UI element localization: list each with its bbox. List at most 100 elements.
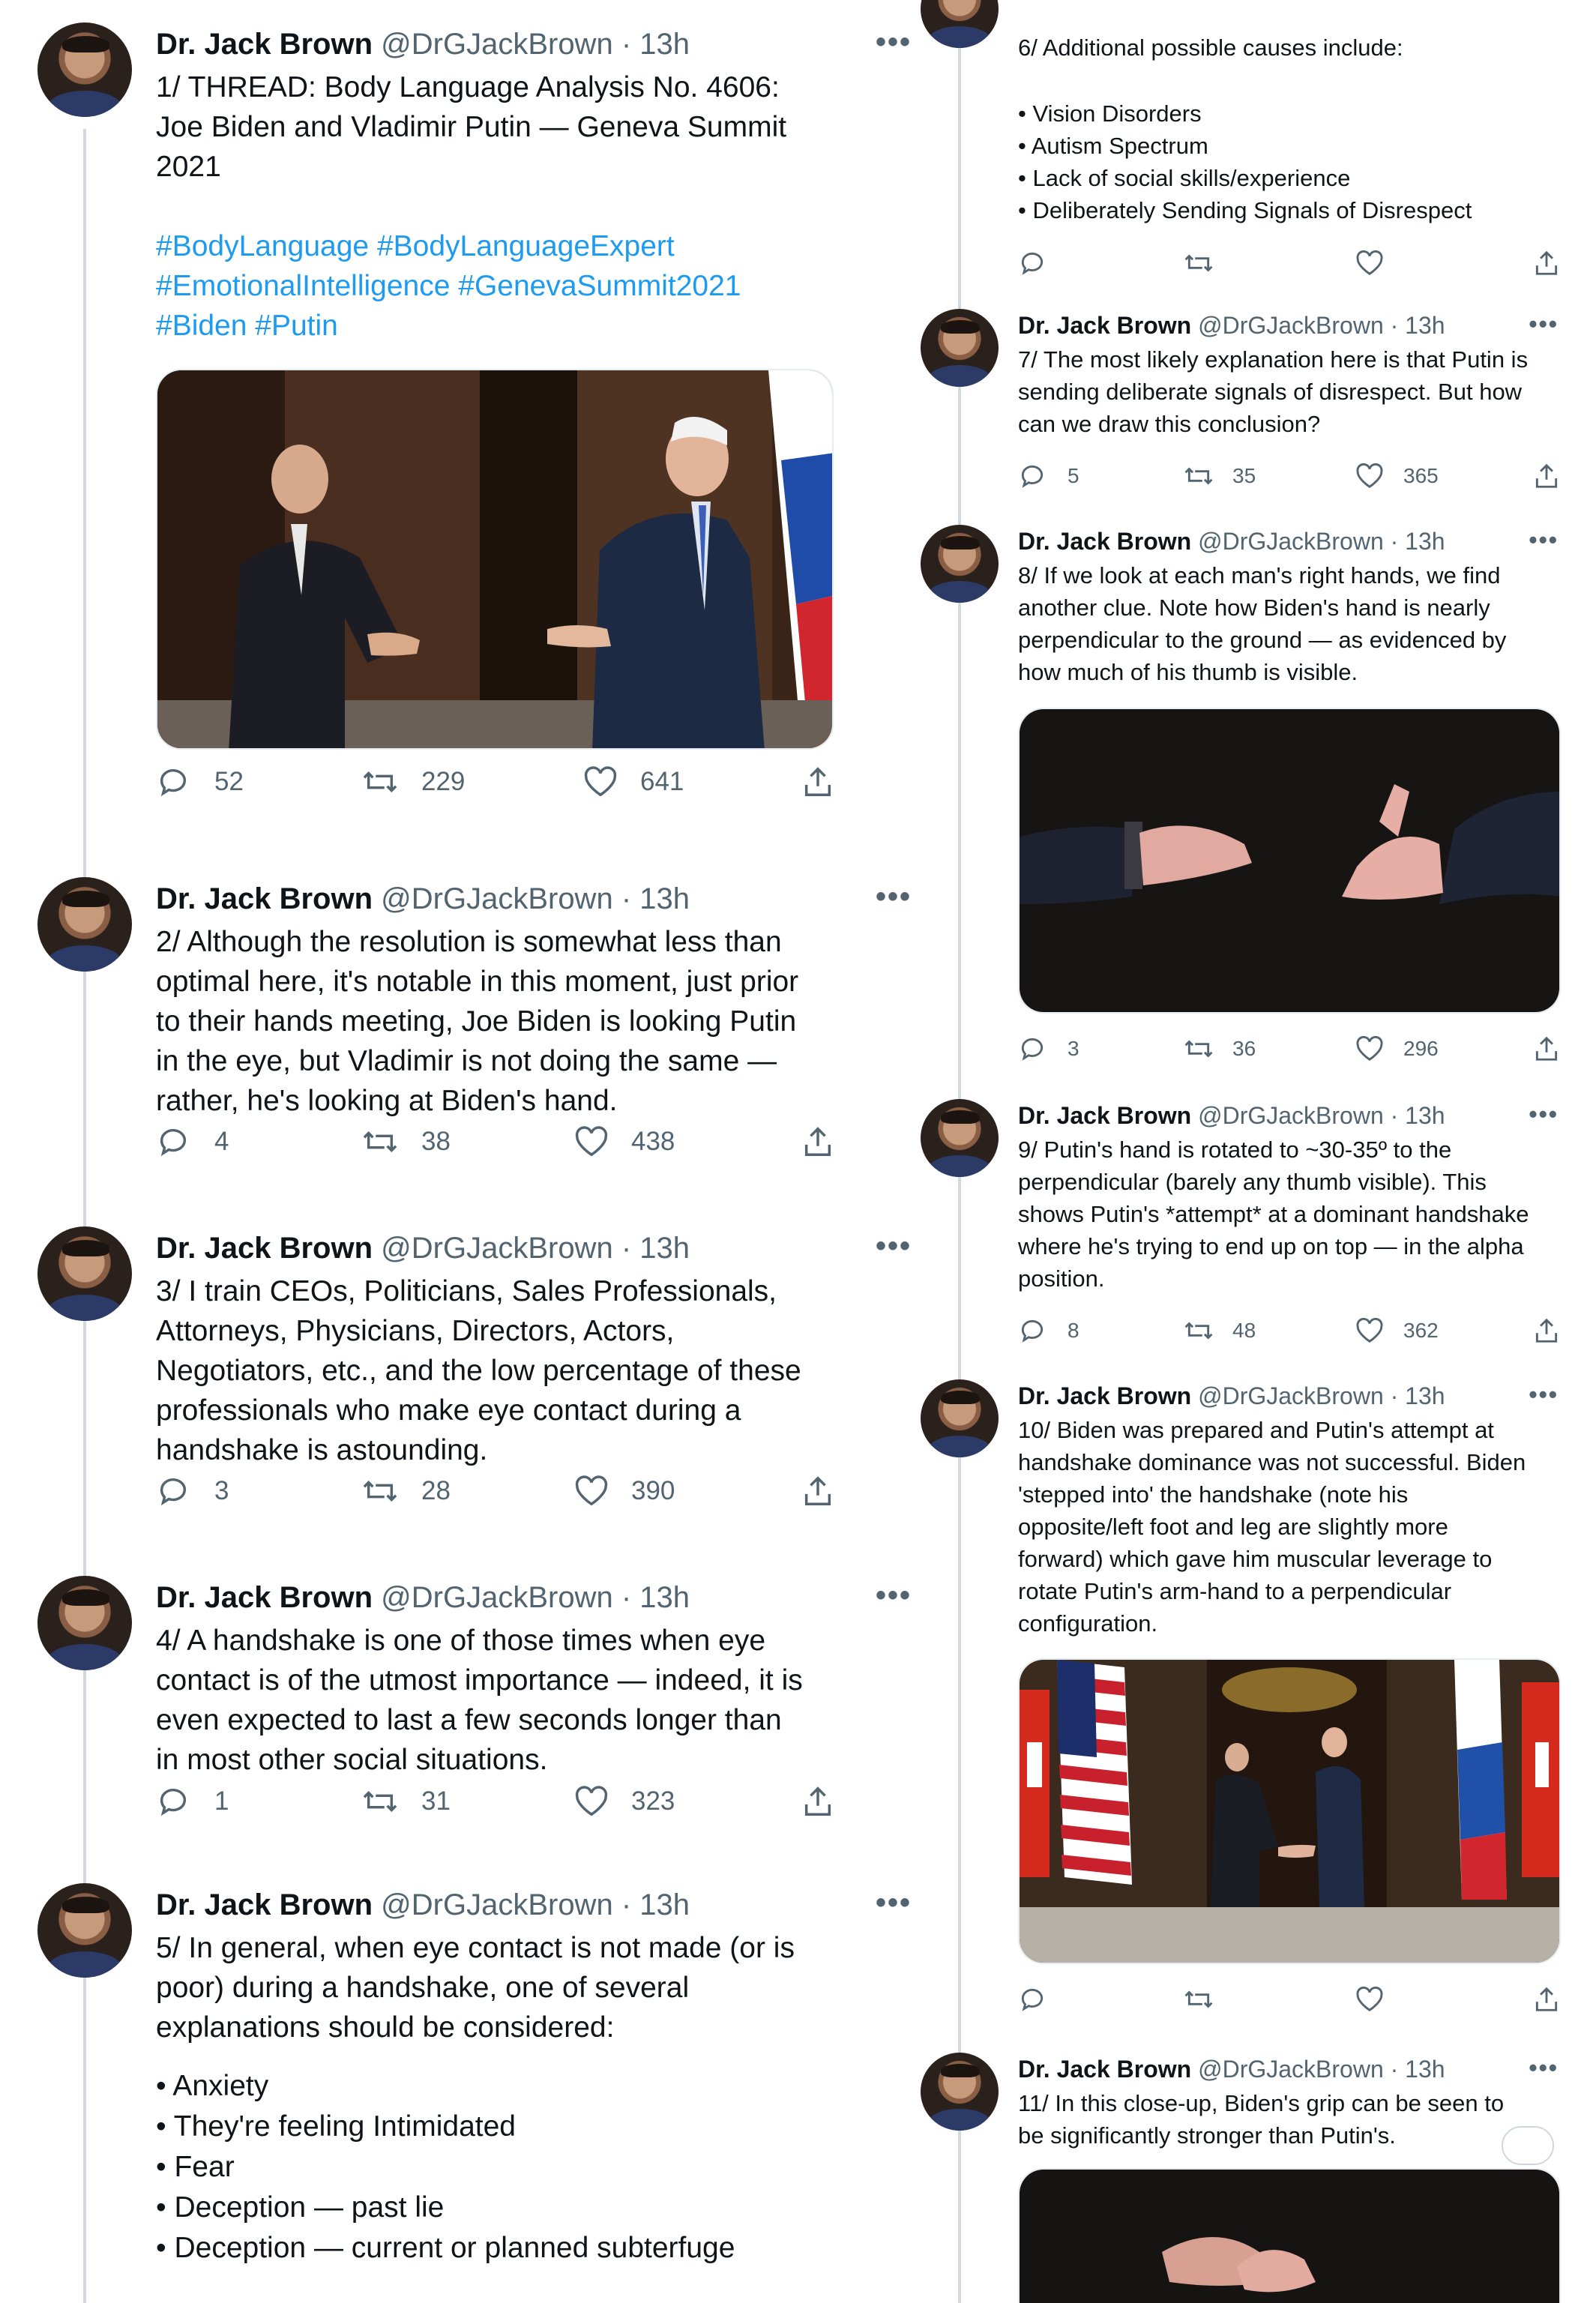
- timestamp[interactable]: · 13h: [621, 28, 690, 61]
- reply-button[interactable]: 3: [1018, 1035, 1183, 1063]
- retweet-button[interactable]: [1183, 249, 1355, 277]
- author-name[interactable]: Dr. Jack Brown: [1018, 2056, 1191, 2083]
- retweet-button[interactable]: 28: [361, 1474, 574, 1508]
- share-button[interactable]: [1532, 249, 1561, 277]
- avatar[interactable]: [37, 22, 132, 117]
- like-button[interactable]: 641: [583, 765, 801, 798]
- author-handle[interactable]: @DrGJackBrown: [381, 1581, 613, 1614]
- more-options-icon[interactable]: •••: [1529, 1101, 1559, 1128]
- author-handle[interactable]: @DrGJackBrown: [1198, 1102, 1384, 1129]
- author-name[interactable]: Dr. Jack Brown: [1018, 528, 1191, 555]
- avatar[interactable]: [37, 1576, 132, 1670]
- timestamp[interactable]: · 13h: [1391, 2056, 1445, 2083]
- reply-button[interactable]: [1018, 249, 1183, 277]
- share-button[interactable]: [1532, 462, 1561, 490]
- timestamp[interactable]: · 13h: [621, 882, 690, 915]
- share-icon: [1535, 250, 1558, 275]
- tweet-actions: 3 28 390: [156, 1474, 846, 1508]
- scroll-handle[interactable]: [1502, 2126, 1554, 2165]
- retweet-button[interactable]: 229: [361, 765, 583, 799]
- share-button[interactable]: [1532, 1985, 1561, 2014]
- author-name[interactable]: Dr. Jack Brown: [1018, 1102, 1191, 1129]
- avatar[interactable]: [921, 2053, 999, 2131]
- timestamp[interactable]: · 13h: [621, 1232, 690, 1265]
- reply-button[interactable]: 3: [156, 1474, 361, 1508]
- like-button[interactable]: 296: [1355, 1035, 1532, 1062]
- retweet-button[interactable]: 48: [1183, 1316, 1355, 1345]
- reply-count: 4: [214, 1127, 229, 1156]
- avatar[interactable]: [37, 1883, 132, 1978]
- share-button[interactable]: [801, 765, 835, 799]
- share-button[interactable]: [801, 1474, 835, 1508]
- avatar[interactable]: [921, 525, 999, 603]
- like-count: 362: [1403, 1319, 1439, 1342]
- author-handle[interactable]: @DrGJackBrown: [1198, 528, 1384, 555]
- more-options-icon[interactable]: •••: [1529, 1381, 1559, 1409]
- reply-icon: [1021, 252, 1044, 275]
- tweet-photo[interactable]: [156, 369, 834, 750]
- author-name[interactable]: Dr. Jack Brown: [156, 882, 373, 915]
- tweet-header: Dr. Jack Brown @DrGJackBrown · 13h: [156, 1230, 690, 1266]
- avatar[interactable]: [921, 1379, 999, 1457]
- like-button[interactable]: 390: [574, 1475, 801, 1508]
- hashtags[interactable]: #BodyLanguage #BodyLanguageExpert #Emoti…: [156, 226, 846, 346]
- avatar[interactable]: [37, 1226, 132, 1321]
- avatar[interactable]: [37, 877, 132, 972]
- share-button[interactable]: [1532, 1035, 1561, 1063]
- retweet-count: 31: [421, 1786, 451, 1816]
- author-name[interactable]: Dr. Jack Brown: [156, 28, 373, 61]
- reply-button[interactable]: 52: [156, 765, 361, 799]
- tweet-photo[interactable]: [1018, 708, 1561, 1014]
- retweet-button[interactable]: 31: [361, 1784, 574, 1819]
- timestamp[interactable]: · 13h: [621, 1888, 690, 1921]
- like-button[interactable]: 323: [574, 1785, 801, 1818]
- timestamp[interactable]: · 13h: [1391, 312, 1445, 339]
- retweet-button[interactable]: 38: [361, 1125, 574, 1159]
- author-handle[interactable]: @DrGJackBrown: [1198, 312, 1384, 339]
- timestamp[interactable]: · 13h: [1391, 1382, 1445, 1409]
- reply-button[interactable]: 1: [156, 1784, 361, 1819]
- retweet-button[interactable]: 35: [1183, 462, 1355, 490]
- retweet-button[interactable]: [1183, 1985, 1355, 2014]
- like-count: 296: [1403, 1037, 1439, 1060]
- tweet-photo[interactable]: [1018, 1658, 1561, 1964]
- author-handle[interactable]: @DrGJackBrown: [381, 882, 613, 915]
- avatar[interactable]: [921, 309, 999, 387]
- like-button[interactable]: [1355, 250, 1532, 277]
- more-options-icon[interactable]: •••: [1529, 526, 1559, 554]
- author-name[interactable]: Dr. Jack Brown: [156, 1888, 373, 1921]
- author-handle[interactable]: @DrGJackBrown: [381, 1232, 613, 1265]
- like-button[interactable]: [1355, 1986, 1532, 2013]
- reply-button[interactable]: 8: [1018, 1316, 1183, 1345]
- reply-button[interactable]: [1018, 1985, 1183, 2014]
- like-button[interactable]: 365: [1355, 463, 1532, 490]
- author-name[interactable]: Dr. Jack Brown: [1018, 1382, 1191, 1409]
- retweet-button[interactable]: 36: [1183, 1035, 1355, 1063]
- more-options-icon[interactable]: •••: [1529, 310, 1559, 338]
- reply-count: 3: [214, 1476, 229, 1505]
- author-handle[interactable]: @DrGJackBrown: [1198, 1382, 1384, 1409]
- timestamp[interactable]: · 13h: [1391, 1102, 1445, 1129]
- tweet-actions: 1 31 323: [156, 1784, 846, 1819]
- reply-button[interactable]: 4: [156, 1125, 361, 1159]
- timestamp[interactable]: · 13h: [1391, 528, 1445, 555]
- more-options-icon[interactable]: •••: [1529, 2054, 1559, 2082]
- author-name[interactable]: Dr. Jack Brown: [156, 1232, 373, 1265]
- like-button[interactable]: 362: [1355, 1317, 1532, 1344]
- author-handle[interactable]: @DrGJackBrown: [381, 1888, 613, 1921]
- author-handle[interactable]: @DrGJackBrown: [381, 28, 613, 61]
- reply-button[interactable]: 5: [1018, 462, 1183, 490]
- avatar[interactable]: [921, 1099, 999, 1177]
- tweet-photo[interactable]: [1018, 2168, 1561, 2303]
- share-button[interactable]: [801, 1784, 835, 1819]
- timestamp[interactable]: · 13h: [621, 1581, 690, 1614]
- share-icon: [1535, 463, 1558, 488]
- share-button[interactable]: [801, 1125, 835, 1159]
- author-handle[interactable]: @DrGJackBrown: [1198, 2056, 1384, 2083]
- reply-count: 8: [1067, 1319, 1079, 1342]
- like-button[interactable]: 438: [574, 1125, 801, 1158]
- share-button[interactable]: [1532, 1316, 1561, 1345]
- avatar[interactable]: [921, 0, 999, 48]
- author-name[interactable]: Dr. Jack Brown: [1018, 312, 1191, 339]
- author-name[interactable]: Dr. Jack Brown: [156, 1581, 373, 1614]
